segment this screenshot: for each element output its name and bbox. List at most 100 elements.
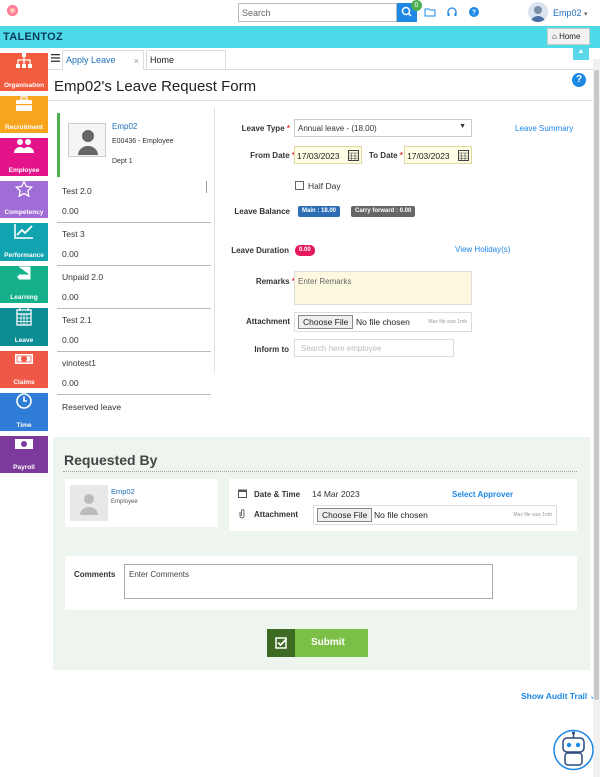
comments-panel: Comments Enter Comments xyxy=(65,556,577,610)
show-audit-trail-link[interactable]: Show Audit Trail ⌄ xyxy=(521,691,597,702)
attachment-label: Attachment xyxy=(245,317,290,326)
sidebar-item-label: Employee xyxy=(8,166,40,174)
leave-type-label: Leave Type * xyxy=(241,124,290,133)
sidebar-item-organisation[interactable]: Organisation xyxy=(0,53,48,91)
divider xyxy=(63,471,577,472)
leave-type-value: 0.00 xyxy=(62,292,79,302)
briefcase-icon xyxy=(16,95,32,111)
attachment-input[interactable]: Choose File No file chosen Max file size… xyxy=(294,312,472,332)
user-avatar[interactable] xyxy=(528,2,548,22)
leave-type-value: 0.00 xyxy=(62,249,79,259)
from-date-input[interactable]: 17/03/2023 xyxy=(294,146,362,164)
date-time-label: Date & Time xyxy=(254,490,301,499)
sidebar-item-label: Claims xyxy=(13,379,35,386)
sidebar-item-performance[interactable]: Performance xyxy=(0,223,48,261)
scrollbar[interactable] xyxy=(206,181,207,193)
home-icon: ⌂ xyxy=(552,32,557,41)
headset-icon[interactable] xyxy=(446,6,458,18)
remarks-textarea[interactable]: Enter Remarks xyxy=(294,271,472,305)
folder-icon[interactable] xyxy=(424,6,436,18)
clock-icon xyxy=(16,393,32,409)
trend-chart-icon xyxy=(14,224,33,239)
scrollbar-thumb[interactable] xyxy=(594,70,599,700)
sidebar-item-learning[interactable]: Learning xyxy=(0,265,48,303)
calendar-icon[interactable] xyxy=(458,149,469,161)
list-item: Test 2.0 0.00 xyxy=(57,180,211,223)
view-holidays-link[interactable]: View Holiday(s) xyxy=(455,245,510,254)
menu-icon[interactable] xyxy=(51,54,60,62)
employee-code: E00436 - Employee xyxy=(112,138,174,145)
sidebar-item-label: Payroll xyxy=(13,464,35,471)
list-item: Unpaid 2.0 0.00 xyxy=(57,266,211,309)
leave-type-name: Reserved leave xyxy=(62,402,122,412)
comments-textarea[interactable]: Enter Comments xyxy=(124,564,493,599)
help-icon[interactable]: ? xyxy=(572,73,586,87)
brand-bar: TALENTOZ ⌂ Home xyxy=(0,26,600,48)
half-day-label: Half Day xyxy=(308,181,341,191)
requester-role: Employee xyxy=(111,499,138,505)
search-input[interactable]: Search xyxy=(238,3,397,22)
sidebar-item-label: Performance xyxy=(4,251,44,259)
home-button[interactable]: ⌂ Home xyxy=(547,28,590,45)
employee-card: Emp02 E00436 - Employee Dept 1 xyxy=(57,113,210,177)
main-balance-badge: Main : 18.00 xyxy=(298,206,341,217)
notification-badge[interactable]: 0 xyxy=(411,0,422,11)
sidebar-item-claims[interactable]: Claims xyxy=(0,350,48,388)
list-item: vinotest1 0.00 xyxy=(57,352,211,395)
paperclip-icon xyxy=(239,509,245,519)
people-icon xyxy=(14,139,34,153)
to-date-input[interactable]: 17/03/2023 xyxy=(404,146,472,164)
help-circle-icon[interactable]: ? xyxy=(468,6,480,18)
requester-avatar xyxy=(70,485,108,521)
tab-apply-leave[interactable]: Apply Leave × xyxy=(62,50,144,70)
sidebar-item-label: Recruitment xyxy=(5,124,43,131)
section-title: Requested By xyxy=(64,452,158,468)
sidebar-item-time[interactable]: Time xyxy=(0,393,48,431)
employee-name[interactable]: Emp02 xyxy=(112,122,137,131)
list-item: Test 2.1 0.00 xyxy=(57,309,211,352)
choose-file-button[interactable]: Choose File xyxy=(298,315,354,329)
attachment-input[interactable]: Choose File No file chosen Max file size… xyxy=(313,505,557,525)
top-bar: Search 0 ? Emp02 ▾ xyxy=(0,0,600,26)
leave-type-value: 0.00 xyxy=(62,378,79,388)
requester-name[interactable]: Emp02 xyxy=(111,487,135,496)
sidebar-item-label: Competency xyxy=(4,209,44,216)
from-date-label: From Date * xyxy=(250,151,295,160)
page-title: Emp02's Leave Request Form xyxy=(54,78,257,95)
sidebar-item-recruitment[interactable]: Recruitment xyxy=(0,95,48,133)
file-status: No file chosen xyxy=(374,510,428,520)
half-day-checkbox[interactable] xyxy=(295,181,304,190)
leave-type-select[interactable]: Annual leave - (18.00) ▼ xyxy=(294,119,472,137)
sidebar-item-leave[interactable]: Leave xyxy=(0,308,48,346)
request-details: Date & Time 14 Mar 2023 Select Approver … xyxy=(229,479,577,531)
leave-type-name: Test 2.0 xyxy=(62,186,92,196)
tab-home[interactable]: Home xyxy=(146,50,226,70)
book-icon xyxy=(16,266,31,279)
select-approver-link[interactable]: Select Approver xyxy=(452,490,513,499)
inform-to-label: Inform to xyxy=(254,345,289,354)
submit-label: Submit xyxy=(311,637,345,648)
calendar-icon[interactable] xyxy=(348,149,359,161)
close-icon[interactable]: × xyxy=(134,56,139,66)
sidebar-item-label: Time xyxy=(16,421,32,429)
inform-to-input[interactable]: Search here employee xyxy=(294,339,454,357)
submit-button[interactable]: Submit xyxy=(267,629,368,657)
sidebar-item-competency[interactable]: Competency xyxy=(0,180,48,218)
leave-balance-list: Test 2.0 0.00 Test 3 0.00 Unpaid 2.0 0.0… xyxy=(57,180,211,438)
sidebar-item-employee[interactable]: Employee xyxy=(0,138,48,176)
to-date-label: To Date * xyxy=(368,151,403,160)
leave-duration-badge: 0.00 xyxy=(295,245,315,256)
sidebar-item-payroll[interactable]: Payroll xyxy=(0,435,48,473)
employee-avatar xyxy=(68,123,106,157)
attachment-label: Attachment xyxy=(254,510,299,519)
calendar-icon xyxy=(16,308,32,326)
employee-dept: Dept 1 xyxy=(112,158,133,165)
leave-summary-link[interactable]: Leave Summary xyxy=(515,124,573,133)
choose-file-button[interactable]: Choose File xyxy=(317,508,373,522)
user-name[interactable]: Emp02 ▾ xyxy=(553,8,588,18)
chatbot-icon[interactable] xyxy=(553,728,594,772)
check-icon xyxy=(267,629,295,657)
leave-type-name: Unpaid 2.0 xyxy=(62,272,104,282)
leave-duration-label: Leave Duration xyxy=(231,246,289,255)
chevron-up-icon[interactable]: ▲ xyxy=(573,48,589,60)
